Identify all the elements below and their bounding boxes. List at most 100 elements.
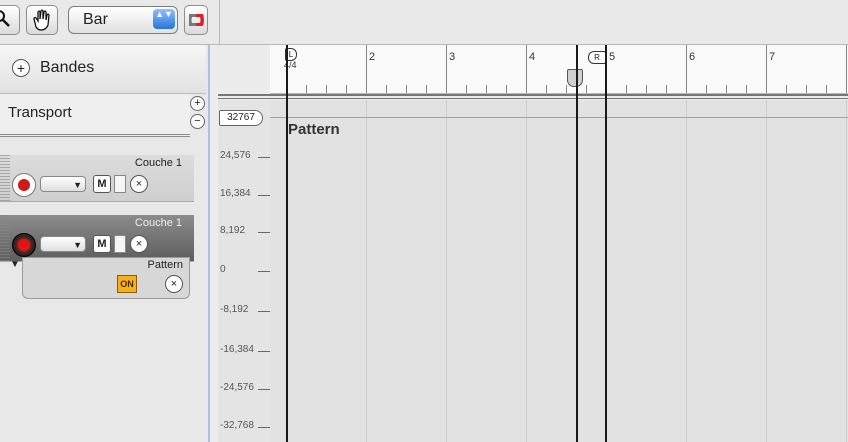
bar-tick (766, 45, 767, 93)
bar-grid-line (366, 100, 367, 442)
scale-label: -32,768 (220, 420, 254, 431)
scale-tick (258, 427, 270, 428)
value-scale: 32767 24,576 16,384 8,192 0 -8,192 -16,3… (218, 100, 270, 442)
beat-tick (506, 85, 507, 93)
scale-label: -8,192 (220, 304, 249, 315)
bar-number: 4 (529, 51, 536, 63)
beat-tick (406, 85, 407, 93)
beat-tick (426, 85, 427, 93)
zoom-in-icon[interactable]: + (190, 96, 205, 111)
track-row-selected[interactable]: Couche 1 ▼ M × (0, 215, 194, 262)
magnet-button[interactable] (184, 5, 208, 35)
toolbar: Bar ▲▼ (0, 0, 848, 45)
separator (218, 94, 848, 99)
tracks-panel: + Bandes Transport + − Couche 1 ▼ M × Co… (0, 45, 210, 442)
beat-tick (706, 85, 707, 93)
add-icon[interactable]: + (12, 59, 30, 77)
bar-grid-line (686, 100, 687, 442)
scale-tick (258, 271, 270, 272)
hand-tool-button[interactable] (26, 5, 58, 35)
scale-tick (258, 195, 270, 196)
beat-tick (626, 85, 627, 93)
bar-tick (366, 45, 367, 93)
drag-grip-icon[interactable] (0, 215, 10, 261)
transport-label: Transport (8, 104, 72, 121)
scale-tick (258, 232, 270, 233)
left-locator-line (286, 45, 288, 442)
mute-button[interactable]: M (93, 175, 111, 193)
bar-grid-line (526, 100, 527, 442)
track-row[interactable]: Couche 1 ▼ M × (0, 155, 194, 202)
disclosure-triangle-icon[interactable]: ▼ (10, 259, 20, 270)
zoom-out-icon[interactable]: − (190, 114, 205, 129)
beat-tick (566, 85, 567, 93)
beat-tick (746, 85, 747, 93)
mute-button[interactable]: M (93, 235, 111, 253)
scale-tick (258, 157, 270, 158)
drag-grip-icon[interactable] (0, 155, 10, 201)
right-locator[interactable]: R (588, 51, 606, 64)
bar-tick (686, 45, 687, 93)
scale-label: -24,576 (220, 382, 254, 393)
remove-track-icon[interactable]: × (130, 175, 148, 193)
bar-tick (446, 45, 447, 93)
bar-number: 7 (769, 51, 776, 63)
beat-tick (386, 85, 387, 93)
bar-number: 6 (689, 51, 696, 63)
bar-number: 2 (369, 51, 376, 63)
beat-tick (346, 85, 347, 93)
scale-label: 0 (220, 264, 226, 275)
hand-icon (33, 9, 50, 31)
toolbar-divider (219, 0, 220, 44)
snap-value: Bar (83, 11, 108, 28)
scale-tick (258, 311, 270, 312)
automation-line[interactable] (270, 117, 848, 118)
snap-select[interactable]: Bar ▲▼ (68, 6, 178, 34)
right-locator-line (605, 45, 607, 442)
scale-label: 16,384 (220, 188, 251, 199)
transport-row[interactable]: Transport (0, 94, 190, 137)
scale-tick (258, 389, 270, 390)
beat-tick (586, 85, 587, 93)
magnet-icon (189, 14, 204, 26)
solo-toggle[interactable] (114, 235, 126, 253)
lane-title: Pattern (288, 121, 340, 138)
bar-grid-line (446, 100, 447, 442)
record-arm-button[interactable] (12, 233, 36, 257)
scale-tick (258, 351, 270, 352)
max-value-badge[interactable]: 32767 (219, 110, 263, 126)
scale-label: 24,576 (220, 150, 251, 161)
remove-track-icon[interactable]: × (130, 235, 148, 253)
bar-number: 5 (609, 51, 616, 63)
beat-tick (726, 85, 727, 93)
select-arrows-icon: ▲▼ (153, 9, 175, 29)
automation-lane[interactable]: Pattern (270, 100, 848, 442)
playhead-handle[interactable] (567, 69, 583, 87)
solo-toggle[interactable] (114, 175, 126, 193)
track-popup[interactable]: ▼ (40, 236, 86, 252)
beat-tick (466, 85, 467, 93)
bar-grid-line (846, 100, 847, 442)
remove-pattern-icon[interactable]: × (165, 275, 183, 293)
track-popup[interactable]: ▼ (40, 176, 86, 192)
add-tracks-row[interactable]: + Bandes (0, 45, 206, 94)
beat-tick (646, 85, 647, 93)
beat-tick (546, 85, 547, 93)
bar-number: 3 (449, 51, 456, 63)
beat-tick (666, 85, 667, 93)
scale-label: 8,192 (220, 225, 246, 236)
track-name: Couche 1 (134, 157, 182, 169)
bar-tick (526, 45, 527, 93)
track-name: Couche 1 (134, 217, 182, 229)
beat-tick (486, 85, 487, 93)
pattern-row[interactable]: Pattern ON × (22, 257, 190, 299)
zoom-tool-button[interactable] (0, 5, 20, 35)
timeline-ruler[interactable]: 2 3 4 5 6 7 4/4 L R (270, 45, 848, 94)
pattern-name: Pattern (147, 259, 183, 271)
beat-tick (306, 85, 307, 93)
on-toggle-button[interactable]: ON (117, 275, 137, 293)
magnifier-icon (0, 10, 10, 27)
playhead-line[interactable] (576, 45, 578, 442)
record-arm-button[interactable] (12, 173, 36, 197)
bandes-label: Bandes (40, 59, 95, 76)
